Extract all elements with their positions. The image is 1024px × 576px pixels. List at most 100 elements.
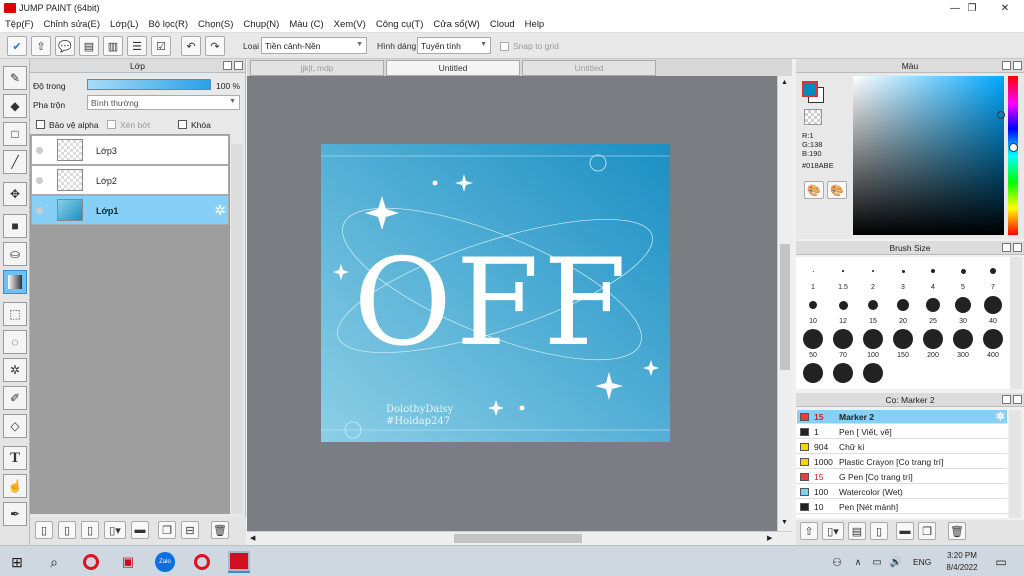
brush-list-item[interactable]: 904 Chữ kí — [797, 440, 1007, 454]
brush-size-cell[interactable]: 3 — [888, 257, 918, 293]
lock-checkbox[interactable] — [178, 120, 187, 129]
brush-size-cell[interactable]: 4 — [918, 257, 948, 293]
menu-filter[interactable]: Bộ lọc(R) — [143, 19, 193, 30]
line-tool-icon[interactable]: ╱ — [3, 150, 27, 174]
text-tool-icon[interactable]: T — [3, 446, 27, 470]
opacity-slider[interactable] — [87, 79, 211, 90]
tab-document[interactable]: jjkjl;.mdp — [250, 60, 384, 76]
scroll-down-icon[interactable]: ▼ — [781, 519, 788, 526]
zalo-icon[interactable]: Zalo — [154, 551, 176, 573]
brush-size-cell[interactable] — [828, 359, 858, 395]
duplicate-layer-icon[interactable]: ❐ — [158, 521, 176, 539]
foreground-color-swatch[interactable] — [802, 81, 818, 97]
brush-list-item[interactable]: 15 Marker 2 ✲ — [797, 410, 1007, 424]
tab-document-active[interactable]: Untitled — [386, 60, 520, 76]
menu-cloud[interactable]: Cloud — [485, 19, 520, 30]
menu-help[interactable]: Help — [520, 19, 550, 30]
volume-icon[interactable]: 🔊 — [885, 551, 907, 573]
scroll-left-icon[interactable]: ◀ — [250, 534, 255, 542]
move-tool-icon[interactable]: ✥ — [3, 182, 27, 206]
type-select[interactable]: Tiền cảnh-Nền ▼ — [261, 37, 367, 54]
brush-size-cell[interactable]: 200 — [918, 325, 948, 361]
scroll-thumb[interactable] — [454, 534, 582, 543]
canvas-vertical-scrollbar[interactable]: ▲ ▼ — [777, 76, 792, 531]
brush-size-cell[interactable]: 400 — [978, 325, 1008, 361]
brush-list-item[interactable]: 15 G Pen [Cọ trang trí] — [797, 470, 1007, 484]
brush-size-cell[interactable]: 10 — [798, 291, 828, 327]
speech-bubble-icon[interactable]: 💬 — [55, 36, 75, 56]
layer-row[interactable]: Lớp2 — [31, 165, 229, 195]
people-icon[interactable]: ⚇ — [826, 551, 848, 573]
brush-list-item[interactable]: 100 Watercolor (Wet) — [797, 485, 1007, 499]
brush-copy-icon[interactable]: ▤ — [848, 522, 866, 540]
brush-size-cell[interactable]: 70 — [828, 325, 858, 361]
layer-scrollbar[interactable] — [231, 144, 243, 514]
color-picker-cursor[interactable] — [997, 111, 1005, 119]
hue-slider[interactable] — [1008, 76, 1018, 235]
brush-size-scrollbar[interactable] — [1010, 257, 1022, 389]
input-language[interactable]: ENG — [913, 557, 931, 567]
palette-settings-icon[interactable]: 🎨 — [827, 181, 847, 199]
scroll-up-icon[interactable]: ▲ — [781, 79, 788, 86]
magic-wand-tool-icon[interactable]: ✲ — [3, 358, 27, 382]
menu-tools[interactable]: Công cụ(T) — [371, 19, 429, 30]
layer-row-selected[interactable]: Lớp1 ✲ — [31, 195, 229, 225]
brush-size-cell[interactable]: 30 — [948, 291, 978, 327]
gradient-tool-icon[interactable] — [3, 270, 27, 294]
brush-size-cell[interactable]: 7 — [978, 257, 1008, 293]
clock-time[interactable]: 3:20 PM — [944, 551, 980, 560]
canvas-area[interactable]: OFF DolothyDaisy #Hoidap247 — [247, 76, 777, 531]
merge-layer-icon[interactable]: ⊟ — [181, 521, 199, 539]
brush-size-cell[interactable]: 2 — [858, 257, 888, 293]
comment-icon[interactable]: ▤ — [79, 36, 99, 56]
add-brush-icon[interactable]: ⇧ — [800, 522, 818, 540]
brush-size-cell[interactable]: 25 — [918, 291, 948, 327]
layer-visibility-icon[interactable] — [36, 207, 43, 214]
jump-paint-taskbar-icon[interactable] — [228, 551, 250, 573]
shape-select[interactable]: Tuyến tính ▼ — [417, 37, 491, 54]
menu-color[interactable]: Màu (C) — [284, 19, 328, 30]
folder-icon[interactable]: ▬ — [131, 521, 149, 539]
snap-grid-checkbox[interactable] — [500, 42, 509, 51]
upload-icon[interactable]: ⇧ — [31, 36, 51, 56]
opera-icon[interactable] — [191, 551, 213, 573]
brush-size-cell[interactable]: 12 — [828, 291, 858, 327]
panel-float-icon[interactable] — [1002, 395, 1011, 404]
brush-list-scrollbar[interactable] — [1009, 410, 1021, 518]
layer-visibility-icon[interactable] — [36, 147, 43, 154]
panel-close-icon[interactable] — [1013, 395, 1022, 404]
delete-brush-icon[interactable]: 🗑 — [948, 522, 966, 540]
color-saturation-picker[interactable] — [853, 76, 1004, 235]
clip-checkbox[interactable] — [107, 120, 116, 129]
brush-doc-icon[interactable]: ▯ — [870, 522, 888, 540]
palette-icon[interactable]: 🎨 — [804, 181, 824, 199]
hand-tool-icon[interactable]: ☝ — [3, 474, 27, 498]
rectangle-tool-icon[interactable]: □ — [3, 122, 27, 146]
app-grid-icon[interactable]: ▣ — [117, 551, 139, 573]
menu-view[interactable]: Xem(V) — [329, 19, 371, 30]
bucket-tool-icon[interactable]: ⛀ — [3, 242, 27, 266]
brush-tool-icon[interactable]: ✎ — [3, 66, 27, 90]
list-icon[interactable]: ☰ — [127, 36, 147, 56]
panel-close-icon[interactable] — [1013, 243, 1022, 252]
check-icon[interactable]: ✔ — [7, 36, 27, 56]
brush-size-cell[interactable] — [858, 359, 888, 395]
checklist-icon[interactable]: ☑ — [151, 36, 171, 56]
layer-visibility-icon[interactable] — [36, 177, 43, 184]
brush-size-cell[interactable]: 1 — [798, 257, 828, 293]
menu-edit[interactable]: Chỉnh sửa(E) — [39, 19, 106, 30]
select-eraser-tool-icon[interactable]: ◇ — [3, 414, 27, 438]
windows-start-icon[interactable]: ⊞ — [6, 551, 28, 573]
scroll-right-icon[interactable]: ▶ — [767, 534, 772, 542]
brush-duplicate-icon[interactable]: ❐ — [918, 522, 936, 540]
add-layer-menu-icon[interactable]: ▯▾ — [104, 521, 126, 539]
gear-icon[interactable]: ✲ — [996, 410, 1005, 424]
eraser-tool-icon[interactable]: ◆ — [3, 94, 27, 118]
lasso-tool-icon[interactable]: ◌ — [3, 330, 27, 354]
eyedropper-tool-icon[interactable]: ✒ — [3, 502, 27, 526]
menu-capture[interactable]: Chụp(N) — [238, 19, 284, 30]
notifications-icon[interactable]: ▭ — [990, 551, 1012, 573]
clock-date[interactable]: 8/4/2022 — [940, 563, 984, 572]
brush-folder-icon[interactable]: ▬ — [896, 522, 914, 540]
search-icon[interactable]: ⌕ — [43, 551, 65, 573]
